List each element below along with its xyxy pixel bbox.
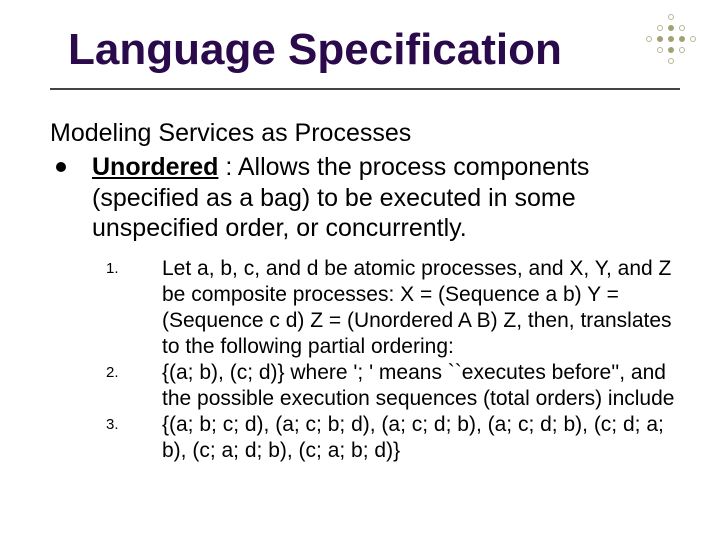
list-item: 1. Let a, b, c, and d be atomic processe… [106, 256, 680, 360]
bullet-text: Unordered : Allows the process component… [92, 152, 680, 244]
bullet-icon [56, 162, 66, 172]
section-subtitle: Modeling Services as Processes [50, 118, 680, 148]
decorative-dot-grid [646, 14, 698, 66]
list-text: {(a; b), (c; d)} where '; ' means ``exec… [162, 360, 680, 412]
slide-title: Language Specification [50, 18, 680, 90]
list-number: 2. [106, 360, 162, 412]
list-text: Let a, b, c, and d be atomic processes, … [162, 256, 680, 360]
list-number: 1. [106, 256, 162, 360]
list-item: 2. {(a; b), (c; d)} where '; ' means ``e… [106, 360, 680, 412]
slide: Language Specification Modeling Services… [0, 0, 720, 540]
numbered-list: 1. Let a, b, c, and d be atomic processe… [106, 256, 680, 464]
list-item: 3. {(a; b; c; d), (a; c; b; d), (a; c; d… [106, 412, 680, 464]
bullet-key-term: Unordered [92, 153, 218, 181]
list-text: {(a; b; c; d), (a; c; b; d), (a; c; d; b… [162, 412, 680, 464]
bullet-item: Unordered : Allows the process component… [50, 152, 680, 244]
list-number: 3. [106, 412, 162, 464]
